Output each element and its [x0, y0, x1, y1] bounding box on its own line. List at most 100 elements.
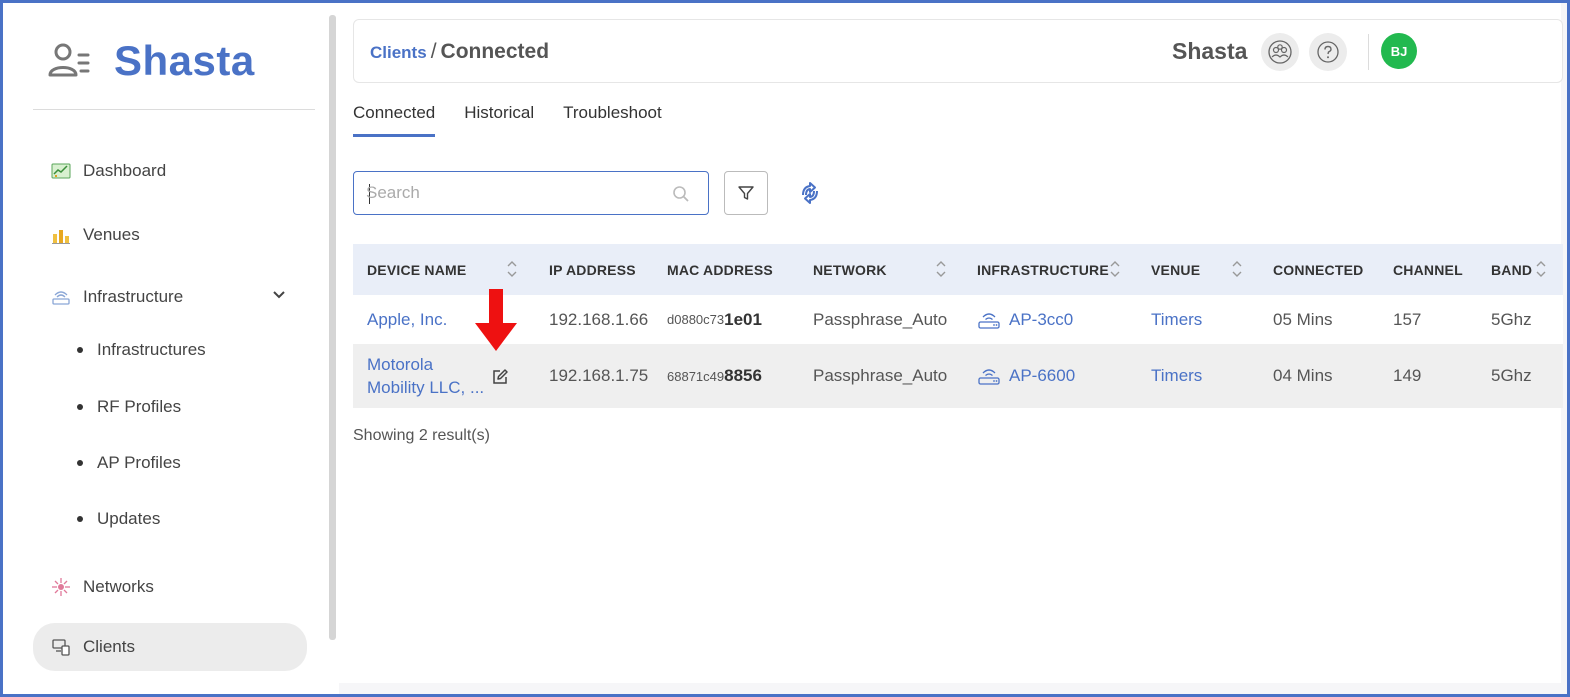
table-row[interactable]: Motorola Mobility LLC, ... 192.168.1.75 … [353, 344, 1563, 408]
channel-value: 157 [1393, 309, 1422, 329]
sidebar-item-label: Clients [83, 637, 135, 656]
infrastructure-link[interactable]: AP-6600 [977, 344, 1075, 408]
infrastructure-icon [51, 287, 71, 307]
access-point-icon [978, 312, 1000, 329]
refresh-icon [802, 182, 818, 204]
help-button[interactable] [1309, 33, 1347, 71]
sort-icon[interactable] [1109, 258, 1121, 280]
sidebar-item-label: Networks [83, 577, 154, 596]
device-name-link[interactable]: Apple, Inc. [367, 295, 447, 344]
mac-prefix: 68871c49 [667, 368, 725, 384]
ip-address: 192.168.1.66 [549, 309, 649, 329]
tab-historical[interactable]: Historical [464, 103, 534, 137]
column-header-band[interactable]: BAND [1491, 244, 1532, 295]
sidebar-item-infrastructure[interactable]: Infrastructure [33, 273, 307, 321]
page-title: Connected [440, 40, 550, 63]
filter-button[interactable] [724, 171, 768, 215]
venues-icon [51, 225, 71, 245]
search-box[interactable] [353, 171, 709, 215]
infrastructure-link[interactable]: AP-3cc0 [977, 295, 1073, 344]
breadcrumb-link-clients[interactable]: Clients [370, 43, 427, 63]
sidebar-item-label: Venues [83, 225, 140, 244]
column-header-device-name[interactable]: DEVICE NAME [367, 244, 466, 295]
sidebar-item-dashboard[interactable]: Dashboard [33, 147, 307, 195]
band-value: 5Ghz [1491, 309, 1532, 329]
sidebar-divider [33, 109, 315, 110]
results-count: Showing 2 result(s) [353, 427, 490, 444]
sidebar-subitem-label: RF Profiles [97, 397, 182, 416]
access-point-icon [978, 369, 1000, 385]
network-name: Passphrase_Auto [813, 309, 948, 329]
connected-duration: 05 Mins [1273, 309, 1333, 329]
sidebar-subitem-rf-profiles[interactable]: RF Profiles [77, 392, 181, 422]
sidebar-item-venues[interactable]: Venues [33, 211, 307, 259]
sidebar: Shasta Dashboard Venues Infrastructure I… [3, 3, 329, 694]
connected-duration: 04 Mins [1273, 366, 1333, 385]
help-icon [1317, 41, 1339, 63]
venue-link[interactable]: Timers [1151, 295, 1202, 344]
dashboard-icon [51, 161, 71, 181]
org-name: Shasta [1172, 38, 1248, 64]
infrastructure-label: AP-3cc0 [1009, 309, 1074, 329]
ip-address: 192.168.1.75 [549, 366, 649, 385]
networks-icon [51, 577, 71, 597]
clients-icon [51, 637, 71, 657]
tab-connected[interactable]: Connected [353, 103, 436, 137]
band-value: 5Ghz [1491, 366, 1532, 385]
chevron-down-icon[interactable] [271, 287, 287, 303]
column-header-network[interactable]: NETWORK [813, 244, 887, 295]
network-name: Passphrase_Auto [813, 366, 948, 385]
breadcrumb: Clients / Connected [370, 40, 549, 64]
main-content: Clients / Connected Shasta BJ Connected … [339, 3, 1563, 683]
sort-icon[interactable] [1535, 258, 1547, 280]
logo: Shasta [48, 33, 255, 89]
annotation-arrow-icon [475, 289, 517, 351]
sidebar-subitem-updates[interactable]: Updates [77, 504, 160, 534]
sidebar-subitem-label: AP Profiles [97, 453, 181, 472]
infrastructure-label: AP-6600 [1009, 366, 1076, 385]
sidebar-item-networks[interactable]: Networks [33, 563, 307, 611]
sort-icon[interactable] [1231, 258, 1243, 280]
bullet-icon [77, 347, 83, 353]
tab-bar: Connected Historical Troubleshoot [353, 103, 691, 139]
sidebar-item-label: Dashboard [83, 161, 167, 180]
column-header-mac-address[interactable]: MAC ADDRESS [667, 244, 773, 295]
mac-address: d0880c73 1e01 [667, 295, 762, 344]
column-header-ip-address[interactable]: IP ADDRESS [549, 244, 636, 295]
sidebar-subitem-label: Updates [97, 509, 161, 528]
app-frame: Shasta Dashboard Venues Infrastructure I… [0, 0, 1570, 697]
device-name-link[interactable]: Motorola Mobility LLC, ... [367, 344, 484, 408]
filter-icon [738, 186, 754, 200]
device-name-line: Mobility LLC, ... [367, 378, 485, 397]
column-header-venue[interactable]: VENUE [1151, 244, 1200, 295]
sort-icon[interactable] [935, 258, 947, 280]
column-header-channel[interactable]: CHANNEL [1393, 244, 1463, 295]
refresh-button[interactable] [795, 179, 825, 207]
bullet-icon [77, 404, 83, 410]
sidebar-subitem-ap-profiles[interactable]: AP Profiles [77, 448, 181, 478]
device-name-line: Motorola [367, 355, 434, 374]
tab-troubleshoot[interactable]: Troubleshoot [563, 103, 662, 137]
brand-name: Shasta [114, 37, 255, 84]
sidebar-scrollbar[interactable] [329, 15, 336, 640]
bullet-icon [77, 460, 83, 466]
search-input[interactable] [366, 172, 666, 214]
sidebar-item-label: Infrastructure [83, 287, 184, 306]
avatar[interactable]: BJ [1381, 33, 1417, 69]
switch-org-button[interactable] [1261, 33, 1299, 71]
venue-link[interactable]: Timers [1151, 344, 1202, 408]
mac-suffix: 8856 [724, 366, 762, 385]
sort-icon[interactable] [506, 258, 518, 280]
bullet-icon [77, 516, 83, 522]
main-area: Clients / Connected Shasta BJ Connected … [339, 3, 1567, 694]
sidebar-subitem-label: Infrastructures [97, 340, 206, 359]
mac-address: 68871c49 8856 [667, 344, 762, 408]
edit-icon[interactable] [491, 368, 509, 386]
breadcrumb-separator: / [430, 40, 437, 63]
column-header-connected[interactable]: CONNECTED [1273, 244, 1363, 295]
table-row[interactable]: Apple, Inc. 192.168.1.66 d0880c73 1e01 Pa… [353, 295, 1563, 344]
column-header-infrastructure[interactable]: INFRASTRUCTURE [977, 244, 1109, 295]
sidebar-item-clients[interactable]: Clients [33, 623, 307, 671]
switch-org-icon [1268, 40, 1292, 64]
sidebar-subitem-infrastructures[interactable]: Infrastructures [77, 335, 206, 365]
